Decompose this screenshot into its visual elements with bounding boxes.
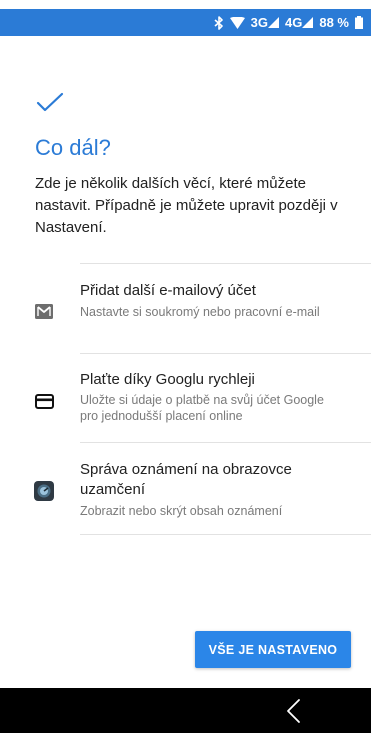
email-icon [34, 301, 54, 321]
divider [80, 263, 371, 264]
credit-card-icon [34, 391, 54, 411]
back-icon[interactable] [280, 697, 308, 725]
option-subtitle: Zobrazit nebo skrýt obsah oznámení [80, 504, 283, 518]
option-title: Správa oznámení na obrazovce uzamčení [80, 461, 292, 498]
checkmark-icon [36, 92, 64, 112]
battery-percent: 88 % [319, 15, 349, 30]
status-icons: 3G 4G 88 % [214, 9, 363, 36]
intro-text: Zde je několik dalších věcí, které můžet… [35, 175, 338, 236]
signal-3g-icon [268, 17, 280, 28]
page-title: Co dál? [35, 135, 111, 160]
signal-4g-icon [302, 17, 314, 28]
lockscreen-notification-icon [34, 481, 54, 501]
navigation-bar [0, 688, 371, 733]
option-subtitle: Uložte si údaje o platbě na svůj účet Go… [80, 393, 324, 423]
setup-content: Co dál? Zde je několik dalších věcí, kte… [0, 36, 371, 688]
top-strip [0, 0, 371, 9]
divider [80, 353, 371, 354]
bluetooth-icon [214, 15, 224, 30]
status-bar: 3G 4G 88 % [0, 9, 371, 36]
option-google-pay[interactable]: Plaťte díky Googlu rychleji Uložte si úd… [0, 353, 371, 442]
option-add-email[interactable]: Přidat další e-mailový účet Nastavte si … [0, 263, 371, 353]
option-subtitle: Nastavte si soukromý nebo pracovní e-mai… [80, 305, 320, 319]
divider [80, 442, 371, 443]
option-title: Plaťte díky Googlu rychleji [80, 371, 255, 388]
done-button[interactable]: VŠE JE NASTAVENO [195, 631, 351, 668]
divider [80, 534, 371, 535]
network-4g-label: 4G [285, 15, 303, 30]
network-3g-label: 3G [250, 15, 269, 30]
wifi-icon [229, 16, 245, 29]
battery-icon [355, 16, 363, 29]
network-3g-indicator: 3G [250, 15, 280, 30]
option-title: Přidat další e-mailový účet [80, 282, 256, 299]
network-4g-indicator: 4G [285, 15, 314, 30]
option-lockscreen-notifications[interactable]: Správa oznámení na obrazovce uzamčení Zo… [0, 442, 371, 534]
